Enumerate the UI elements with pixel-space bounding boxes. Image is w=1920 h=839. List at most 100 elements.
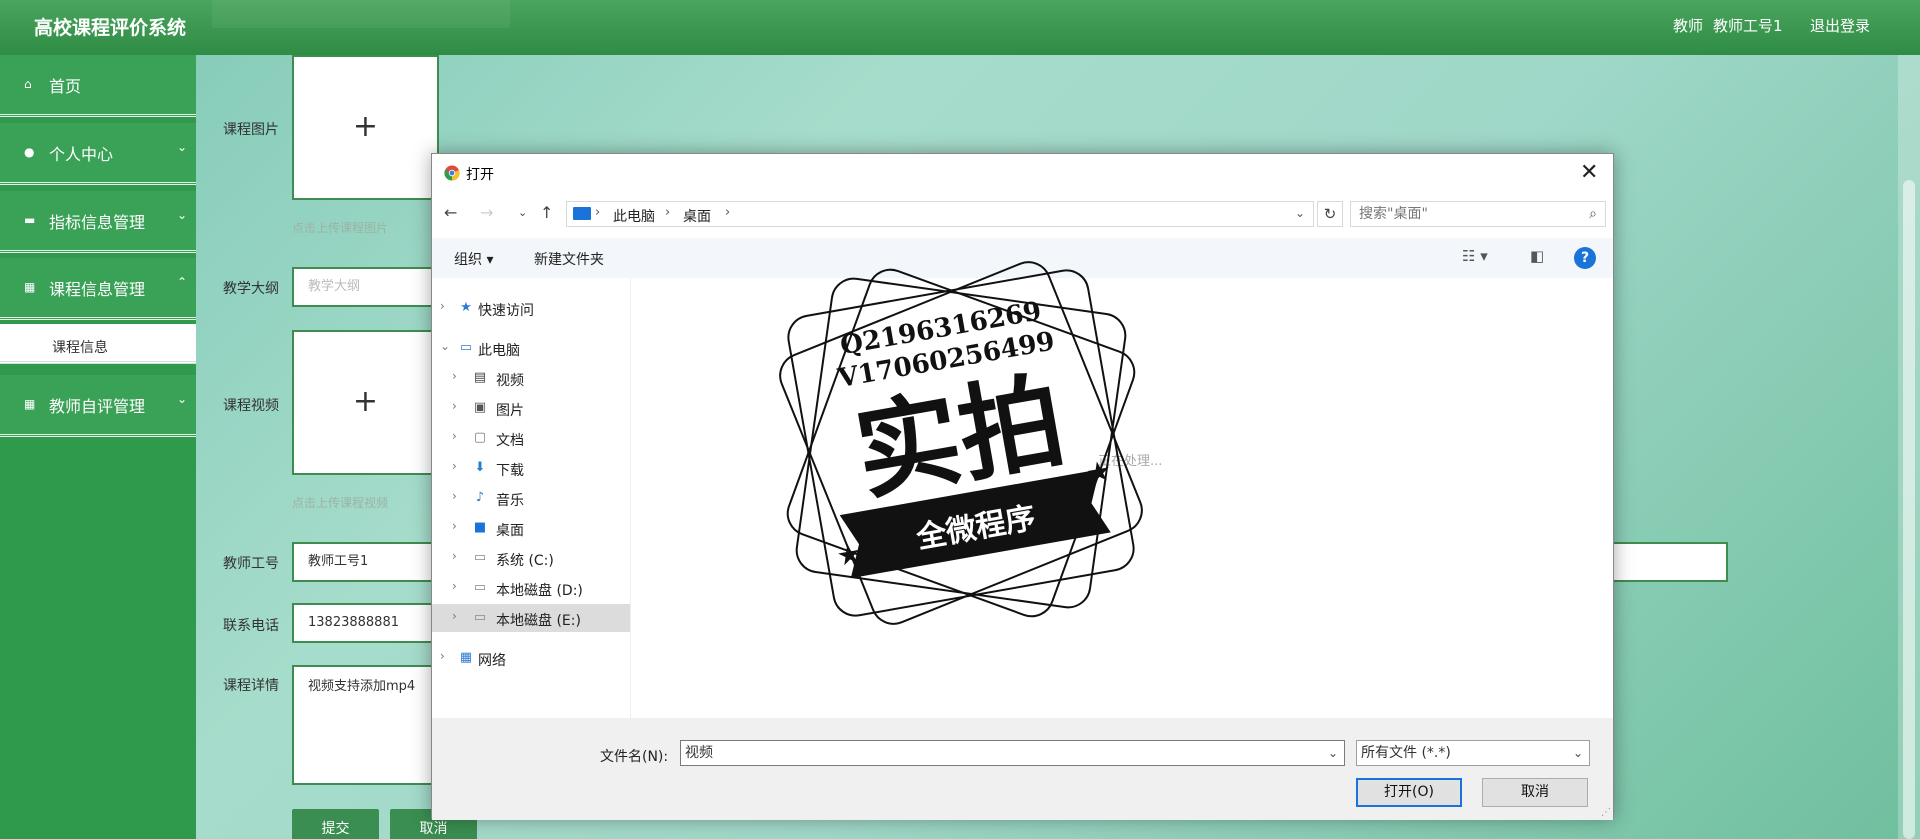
documents-folder-icon: ▢ — [473, 430, 487, 445]
sidebar-item-home[interactable]: ⌂ 首页 — [0, 55, 196, 117]
tree-item-label: 本地磁盘 (D:) — [496, 583, 583, 599]
tree-item-label: 视频 — [496, 373, 524, 389]
user-icon: ● — [24, 145, 35, 159]
submit-button[interactable]: 提交 — [292, 809, 379, 839]
chevron-down-icon: ⌄ — [1572, 746, 1583, 760]
filetype-select[interactable]: 所有文件 (*.*) ⌄ — [1356, 740, 1590, 766]
dialog-navigation-bar: ← → ⌄ ↑ › 此电脑 › 桌面 › ⌄ ↻ 搜索"桌面" ⌕ — [432, 198, 1613, 232]
filename-input[interactable]: 视频 ⌄ — [680, 740, 1345, 766]
chevron-right-icon: › — [452, 579, 457, 593]
syllabus-input[interactable]: 教学大纲 — [292, 267, 442, 307]
page-scrollbar[interactable] — [1898, 55, 1920, 839]
syllabus-label: 教学大纲 — [223, 281, 279, 297]
breadcrumb-desktop[interactable]: 桌面 — [683, 206, 711, 226]
tree-item-documents[interactable]: › ▢ 文档 — [432, 424, 630, 452]
address-bar[interactable]: › 此电脑 › 桌面 › ⌄ — [566, 201, 1314, 227]
dialog-cancel-button[interactable]: 取消 — [1482, 778, 1588, 807]
dialog-title-bar: 打开 ✕ — [432, 154, 1613, 192]
tree-item-quick-access[interactable]: › ★ 快速访问 — [432, 294, 630, 322]
chevron-down-icon[interactable]: ⌄ — [1328, 741, 1338, 765]
sidebar-item-indicator-management[interactable]: ▬ 指标信息管理 ⌄ — [0, 191, 196, 253]
details-textarea[interactable]: 视频支持添加mp4 — [292, 665, 442, 785]
tree-item-drive-c[interactable]: › ▭ 系统 (C:) — [432, 544, 630, 572]
tree-item-label: 音乐 — [496, 493, 524, 509]
breadcrumb-separator-icon: › — [665, 205, 671, 220]
tree-item-videos[interactable]: › ▤ 视频 — [432, 364, 630, 392]
chevron-right-icon: › — [440, 649, 445, 663]
file-list-area[interactable] — [631, 278, 1614, 718]
plus-icon: + — [352, 384, 379, 419]
tree-item-label: 下载 — [496, 463, 524, 479]
tree-item-label: 网络 — [478, 653, 506, 669]
search-icon: ⌕ — [1589, 206, 1597, 222]
dialog-footer: 文件名(N): 视频 ⌄ 所有文件 (*.*) ⌄ 打开(O) 取消 ⋰ — [432, 718, 1613, 820]
network-icon: ▦ — [459, 650, 473, 665]
course-video-label: 课程视频 — [223, 398, 279, 414]
up-arrow-icon[interactable]: ↑ — [540, 203, 553, 222]
tree-item-label: 本地磁盘 (E:) — [496, 613, 581, 629]
chevron-right-icon: › — [452, 399, 457, 413]
tree-item-desktop[interactable]: › ■ 桌面 — [432, 514, 630, 542]
user-role: 教师 — [1673, 17, 1704, 35]
organize-button[interactable]: 组织 ▾ — [454, 249, 493, 269]
open-file-dialog: 打开 ✕ ← → ⌄ ↑ › 此电脑 › 桌面 › ⌄ ↻ 搜索"桌面" ⌕ 组… — [431, 153, 1614, 820]
filetype-value: 所有文件 (*.*) — [1361, 745, 1451, 761]
music-folder-icon: ♪ — [475, 490, 485, 505]
view-options-icon[interactable]: ☷ ▾ — [1462, 247, 1488, 265]
breadcrumb-this-pc[interactable]: 此电脑 — [613, 206, 655, 226]
phone-label: 联系电话 — [223, 618, 279, 634]
sidebar: ⌂ 首页 ● 个人中心 ⌄ ▬ 指标信息管理 ⌄ ▦ 课程信息管理 ⌃ 课程信息… — [0, 55, 196, 839]
tree-item-this-pc[interactable]: ⌄ ▭ 此电脑 — [432, 334, 630, 362]
chevron-down-icon: ⌄ — [177, 140, 188, 154]
sidebar-item-course-management[interactable]: ▦ 课程信息管理 ⌃ — [0, 258, 196, 320]
tree-item-music[interactable]: › ♪ 音乐 — [432, 484, 630, 512]
dialog-title: 打开 — [466, 167, 494, 183]
chevron-right-icon: › — [452, 519, 457, 533]
breadcrumb-separator-icon: › — [595, 205, 601, 220]
details-label: 课程详情 — [223, 678, 279, 694]
sidebar-item-self-evaluation[interactable]: ▦ 教师自评管理 ⌄ — [0, 375, 196, 437]
tree-item-drive-d[interactable]: › ▭ 本地磁盘 (D:) — [432, 574, 630, 602]
chevron-right-icon: › — [452, 489, 457, 503]
tree-item-downloads[interactable]: › ⬇ 下载 — [432, 454, 630, 482]
tree-item-drive-e[interactable]: › ▭ 本地磁盘 (E:) — [432, 604, 630, 632]
navigation-tree: › ★ 快速访问 ⌄ ▭ 此电脑 › ▤ 视频 › ▣ 图片 › ▢ 文档 › … — [432, 278, 630, 718]
new-folder-button[interactable]: 新建文件夹 — [534, 249, 604, 269]
tree-item-label: 系统 (C:) — [496, 553, 554, 569]
sidebar-subitem-course-info[interactable]: 课程信息 — [0, 324, 196, 364]
forward-arrow-icon[interactable]: → — [480, 203, 493, 222]
teacher-id-label: 教师工号 — [223, 556, 279, 572]
breadcrumb-separator-icon: › — [725, 205, 731, 220]
help-icon[interactable]: ? — [1574, 247, 1596, 269]
course-video-hint: 点击上传课程视频 — [292, 496, 389, 510]
tree-item-network[interactable]: › ▦ 网络 — [432, 644, 630, 672]
course-image-upload[interactable]: + — [292, 55, 439, 200]
tree-item-pictures[interactable]: › ▣ 图片 — [432, 394, 630, 422]
chevron-up-icon: ⌃ — [177, 275, 188, 289]
scrollbar-thumb[interactable] — [1903, 180, 1915, 839]
app-title: 高校课程评价系统 — [34, 17, 187, 39]
desktop-folder-icon: ■ — [473, 520, 487, 535]
back-arrow-icon[interactable]: ← — [444, 203, 457, 222]
resize-grip-icon[interactable]: ⋰ — [1601, 807, 1611, 818]
chevron-right-icon: › — [452, 549, 457, 563]
chevron-down-icon[interactable]: ⌄ — [1295, 206, 1305, 220]
course-image-hint: 点击上传课程图片 — [292, 221, 389, 235]
refresh-icon[interactable]: ↻ — [1317, 201, 1343, 227]
grid-icon: ▦ — [24, 280, 36, 294]
recent-dropdown-icon[interactable]: ⌄ — [518, 206, 527, 219]
search-input[interactable]: 搜索"桌面" ⌕ — [1350, 201, 1606, 227]
plus-icon: + — [352, 109, 379, 144]
close-icon[interactable]: ✕ — [1580, 160, 1598, 185]
phone-input[interactable]: 13823888881 — [292, 603, 442, 643]
processing-status: 正在处理... — [1098, 454, 1163, 469]
logout-link[interactable]: 退出登录 — [1810, 15, 1870, 36]
course-video-upload[interactable]: + — [292, 330, 439, 475]
tree-item-label: 图片 — [496, 403, 524, 419]
filename-label: 文件名(N): — [600, 749, 669, 765]
sidebar-item-personal-center[interactable]: ● 个人中心 ⌄ — [0, 123, 196, 185]
preview-pane-icon[interactable]: ◧ — [1530, 247, 1544, 265]
chevron-right-icon: › — [452, 459, 457, 473]
chevron-down-icon: ⌄ — [177, 208, 188, 222]
open-button[interactable]: 打开(O) — [1356, 778, 1462, 807]
